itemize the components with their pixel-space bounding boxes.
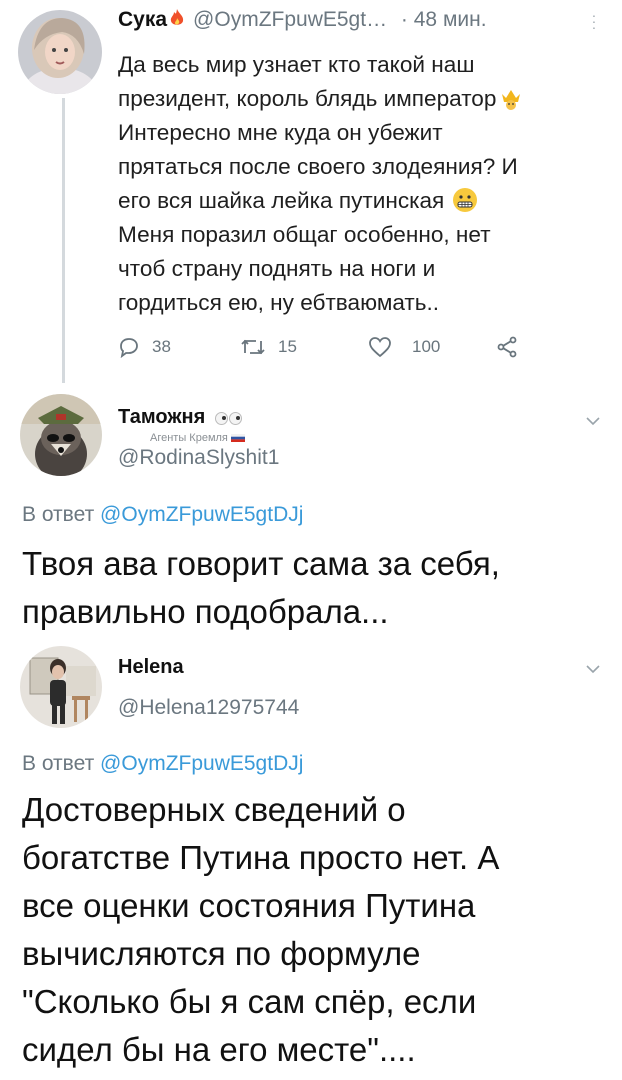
retweet-action[interactable]: 15: [240, 336, 297, 358]
tweet1-header: Сука @OymZFpuwE5gt… · 48 мин.: [118, 8, 487, 32]
avatar-tweet2[interactable]: [20, 394, 102, 476]
more-icon[interactable]: · · ·: [590, 8, 598, 34]
in-reply-link[interactable]: @OymZFpuwE5gtDJj: [100, 503, 303, 526]
tweet2-name-row: Таможня: [118, 406, 242, 429]
share-action[interactable]: [496, 336, 518, 358]
tweet3-line: Достоверных сведений о: [22, 791, 406, 828]
tweet1-line: прятаться после своего злодеяния? И: [118, 154, 518, 179]
tweet2-line: Твоя ава говорит сама за себя,: [22, 545, 500, 582]
tweet1-line: Интересно мне куда он убежит: [118, 120, 443, 145]
fire-icon: [170, 9, 184, 25]
tweet3-line: богатстве Путина просто нет. А: [22, 839, 500, 876]
tweet2-handle[interactable]: @RodinaSlyshit1: [118, 446, 279, 470]
chevron-down-icon[interactable]: [585, 664, 601, 674]
chevron-down-icon[interactable]: [585, 416, 601, 426]
russia-flag-icon: [230, 434, 245, 442]
reply-action[interactable]: 38: [118, 336, 171, 358]
share-icon: [497, 336, 517, 358]
tweet3-text: Достоверных сведений о богатстве Путина …: [22, 786, 612, 1074]
tweet1-handle[interactable]: @OymZFpuwE5gt…: [193, 8, 387, 31]
tweet1-text: Да весь мир узнает кто такой наш президе…: [118, 48, 604, 320]
like-count: 100: [412, 337, 441, 356]
tweet1-line: его вся шайка лейка путинская: [118, 184, 604, 218]
avatar-tweet3[interactable]: [20, 646, 102, 728]
tweet3-in-reply: В ответ @OymZFpuwE5gtDJj: [22, 752, 304, 775]
crown-icon: [502, 90, 521, 110]
tweet1-line: чтоб страну поднять на ноги и: [118, 256, 436, 281]
tweet3-name[interactable]: Helena: [118, 656, 184, 679]
tweet2-subtitle: Агенты Кремля: [150, 432, 245, 444]
tweet2-line: правильно подобрала...: [22, 593, 389, 630]
grimace-emoji-icon: [453, 188, 478, 212]
like-action[interactable]: 100: [368, 336, 440, 358]
thread-line: [62, 98, 65, 383]
tweet1-name[interactable]: Сука: [118, 8, 167, 31]
tweet2-name[interactable]: Таможня: [118, 406, 205, 428]
retweet-icon: [241, 339, 265, 355]
tweet3-line: вычисляются по формуле: [22, 935, 421, 972]
tweet3-line: сидел бы на его месте"....: [22, 1031, 416, 1068]
like-icon: [369, 337, 391, 358]
tweet1-line: Меня поразил общаг особенно, нет: [118, 222, 491, 247]
tweet2-in-reply: В ответ @OymZFpuwE5gtDJj: [22, 503, 304, 526]
tweet3-line: "Сколько бы я сам спёр, если: [22, 983, 477, 1020]
tweet1-line: Да весь мир узнает кто такой наш: [118, 52, 475, 77]
eyes-icon: [214, 410, 242, 427]
reply-count: 38: [152, 337, 171, 356]
avatar-tweet1[interactable]: [18, 10, 102, 94]
tweet3-handle[interactable]: @Helena12975744: [118, 696, 299, 720]
tweet2-text: Твоя ава говорит сама за себя, правильно…: [22, 540, 612, 636]
tweet1-line: гордиться ею, ну ебтваюмать..: [118, 290, 440, 315]
in-reply-link[interactable]: @OymZFpuwE5gtDJj: [100, 752, 303, 775]
tweet1-time: · 48 мин.: [400, 8, 487, 31]
tweet3-line: все оценки состояния Путина: [22, 887, 476, 924]
retweet-count: 15: [278, 337, 297, 356]
reply-icon: [120, 338, 138, 358]
tweet1-line: президент, король блядь император: [118, 82, 604, 116]
